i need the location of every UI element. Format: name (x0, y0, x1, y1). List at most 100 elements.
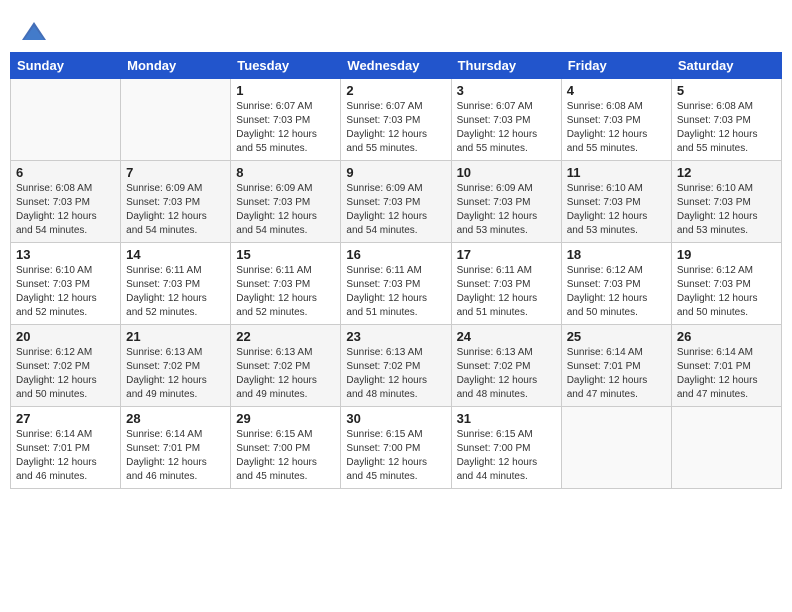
calendar-cell: 19Sunrise: 6:12 AM Sunset: 7:03 PM Dayli… (671, 243, 781, 325)
day-info: Sunrise: 6:08 AM Sunset: 7:03 PM Dayligh… (16, 182, 115, 238)
calendar-cell: 14 Sunrise: 6:11 AM Sunset: 7:03 PM Dayli… (121, 243, 231, 325)
calendar-cell (561, 407, 671, 489)
day-info: Sunrise: 6:15 AM Sunset: 7:00 PM Dayligh… (236, 428, 335, 484)
day-header-tuesday: Tuesday (231, 53, 341, 79)
day-number: 17 (457, 247, 556, 262)
calendar-cell: 30 Sunrise: 6:15 AM Sunset: 7:00 PM Dayli… (341, 407, 451, 489)
calendar-cell: 3 Sunrise: 6:07 AM Sunset: 7:03 PM Daylig… (451, 79, 561, 161)
day-number: 9 (346, 165, 445, 180)
calendar-cell: 6 Sunrise: 6:08 AM Sunset: 7:03 PM Daylig… (11, 161, 121, 243)
calendar-cell: 13 Sunrise: 6:10 AM Sunset: 7:03 PM Dayli… (11, 243, 121, 325)
day-number: 29 (236, 411, 335, 426)
day-number: 6 (16, 165, 115, 180)
day-number: 12 (677, 165, 776, 180)
day-number: 27 (16, 411, 115, 426)
day-info: Sunrise: 6:12 AM Sunset: 7:03 PM Dayligh… (567, 264, 666, 320)
day-info: Sunrise: 6:11 AM Sunset: 7:03 PM Dayligh… (236, 264, 335, 320)
logo-icon (20, 18, 48, 46)
calendar-cell (671, 407, 781, 489)
calendar-cell: 2 Sunrise: 6:07 AM Sunset: 7:03 PM Daylig… (341, 79, 451, 161)
day-number: 23 (346, 329, 445, 344)
calendar-cell: 31 Sunrise: 6:15 AM Sunset: 7:00 PM Dayli… (451, 407, 561, 489)
day-number: 13 (16, 247, 115, 262)
day-header-thursday: Thursday (451, 53, 561, 79)
calendar-cell: 8Sunrise: 6:09 AM Sunset: 7:03 PM Daylig… (231, 161, 341, 243)
day-number: 7 (126, 165, 225, 180)
week-row-4: 20 Sunrise: 6:12 AM Sunset: 7:02 PM Dayli… (11, 325, 782, 407)
calendar-cell (121, 79, 231, 161)
day-info: Sunrise: 6:14 AM Sunset: 7:01 PM Dayligh… (16, 428, 115, 484)
calendar-cell: 22Sunrise: 6:13 AM Sunset: 7:02 PM Dayli… (231, 325, 341, 407)
day-number: 11 (567, 165, 666, 180)
day-number: 24 (457, 329, 556, 344)
calendar-cell: 4 Sunrise: 6:08 AM Sunset: 7:03 PM Daylig… (561, 79, 671, 161)
day-info: Sunrise: 6:15 AM Sunset: 7:00 PM Dayligh… (346, 428, 445, 484)
day-number: 4 (567, 83, 666, 98)
day-info: Sunrise: 6:11 AM Sunset: 7:03 PM Dayligh… (457, 264, 556, 320)
day-info: Sunrise: 6:07 AM Sunset: 7:03 PM Dayligh… (236, 100, 335, 156)
day-info: Sunrise: 6:12 AM Sunset: 7:02 PM Dayligh… (16, 346, 115, 402)
day-info: Sunrise: 6:08 AM Sunset: 7:03 PM Dayligh… (567, 100, 666, 156)
day-info: Sunrise: 6:13 AM Sunset: 7:02 PM Dayligh… (126, 346, 225, 402)
calendar-cell: 24 Sunrise: 6:13 AM Sunset: 7:02 PM Dayli… (451, 325, 561, 407)
day-info: Sunrise: 6:14 AM Sunset: 7:01 PM Dayligh… (126, 428, 225, 484)
week-row-2: 6 Sunrise: 6:08 AM Sunset: 7:03 PM Daylig… (11, 161, 782, 243)
day-info: Sunrise: 6:10 AM Sunset: 7:03 PM Dayligh… (16, 264, 115, 320)
day-info: Sunrise: 6:07 AM Sunset: 7:03 PM Dayligh… (457, 100, 556, 156)
day-header-friday: Friday (561, 53, 671, 79)
calendar-cell: 5Sunrise: 6:08 AM Sunset: 7:03 PM Daylig… (671, 79, 781, 161)
page-header (10, 10, 782, 52)
day-number: 15 (236, 247, 335, 262)
day-number: 26 (677, 329, 776, 344)
day-info: Sunrise: 6:09 AM Sunset: 7:03 PM Dayligh… (236, 182, 335, 238)
calendar-cell: 10 Sunrise: 6:09 AM Sunset: 7:03 PM Dayli… (451, 161, 561, 243)
calendar-cell (11, 79, 121, 161)
calendar-cell: 15 Sunrise: 6:11 AM Sunset: 7:03 PM Dayli… (231, 243, 341, 325)
calendar-cell: 27 Sunrise: 6:14 AM Sunset: 7:01 PM Dayli… (11, 407, 121, 489)
day-header-wednesday: Wednesday (341, 53, 451, 79)
day-number: 3 (457, 83, 556, 98)
day-info: Sunrise: 6:14 AM Sunset: 7:01 PM Dayligh… (567, 346, 666, 402)
calendar-cell: 11 Sunrise: 6:10 AM Sunset: 7:03 PM Dayli… (561, 161, 671, 243)
calendar-table: SundayMondayTuesdayWednesdayThursdayFrid… (10, 52, 782, 489)
day-info: Sunrise: 6:11 AM Sunset: 7:03 PM Dayligh… (346, 264, 445, 320)
day-number: 21 (126, 329, 225, 344)
calendar-header-row: SundayMondayTuesdayWednesdayThursdayFrid… (11, 53, 782, 79)
day-number: 28 (126, 411, 225, 426)
logo (20, 18, 52, 46)
calendar-cell: 18 Sunrise: 6:12 AM Sunset: 7:03 PM Dayli… (561, 243, 671, 325)
calendar-cell: 29 Sunrise: 6:15 AM Sunset: 7:00 PM Dayli… (231, 407, 341, 489)
calendar-cell: 28 Sunrise: 6:14 AM Sunset: 7:01 PM Dayli… (121, 407, 231, 489)
week-row-5: 27 Sunrise: 6:14 AM Sunset: 7:01 PM Dayli… (11, 407, 782, 489)
day-header-sunday: Sunday (11, 53, 121, 79)
day-header-saturday: Saturday (671, 53, 781, 79)
day-number: 5 (677, 83, 776, 98)
day-info: Sunrise: 6:11 AM Sunset: 7:03 PM Dayligh… (126, 264, 225, 320)
day-number: 30 (346, 411, 445, 426)
day-info: Sunrise: 6:13 AM Sunset: 7:02 PM Dayligh… (457, 346, 556, 402)
day-info: Sunrise: 6:12 AM Sunset: 7:03 PM Dayligh… (677, 264, 776, 320)
day-info: Sunrise: 6:07 AM Sunset: 7:03 PM Dayligh… (346, 100, 445, 156)
calendar-cell: 20 Sunrise: 6:12 AM Sunset: 7:02 PM Dayli… (11, 325, 121, 407)
week-row-1: 1 Sunrise: 6:07 AM Sunset: 7:03 PM Daylig… (11, 79, 782, 161)
day-header-monday: Monday (121, 53, 231, 79)
day-number: 31 (457, 411, 556, 426)
day-info: Sunrise: 6:15 AM Sunset: 7:00 PM Dayligh… (457, 428, 556, 484)
day-number: 18 (567, 247, 666, 262)
week-row-3: 13 Sunrise: 6:10 AM Sunset: 7:03 PM Dayli… (11, 243, 782, 325)
day-info: Sunrise: 6:10 AM Sunset: 7:03 PM Dayligh… (567, 182, 666, 238)
day-number: 2 (346, 83, 445, 98)
day-info: Sunrise: 6:13 AM Sunset: 7:02 PM Dayligh… (236, 346, 335, 402)
day-number: 1 (236, 83, 335, 98)
day-info: Sunrise: 6:09 AM Sunset: 7:03 PM Dayligh… (346, 182, 445, 238)
day-info: Sunrise: 6:09 AM Sunset: 7:03 PM Dayligh… (457, 182, 556, 238)
calendar-cell: 16Sunrise: 6:11 AM Sunset: 7:03 PM Dayli… (341, 243, 451, 325)
day-number: 14 (126, 247, 225, 262)
day-info: Sunrise: 6:14 AM Sunset: 7:01 PM Dayligh… (677, 346, 776, 402)
day-number: 20 (16, 329, 115, 344)
day-info: Sunrise: 6:10 AM Sunset: 7:03 PM Dayligh… (677, 182, 776, 238)
calendar-cell: 26 Sunrise: 6:14 AM Sunset: 7:01 PM Dayli… (671, 325, 781, 407)
calendar-cell: 12 Sunrise: 6:10 AM Sunset: 7:03 PM Dayli… (671, 161, 781, 243)
day-number: 10 (457, 165, 556, 180)
day-info: Sunrise: 6:09 AM Sunset: 7:03 PM Dayligh… (126, 182, 225, 238)
